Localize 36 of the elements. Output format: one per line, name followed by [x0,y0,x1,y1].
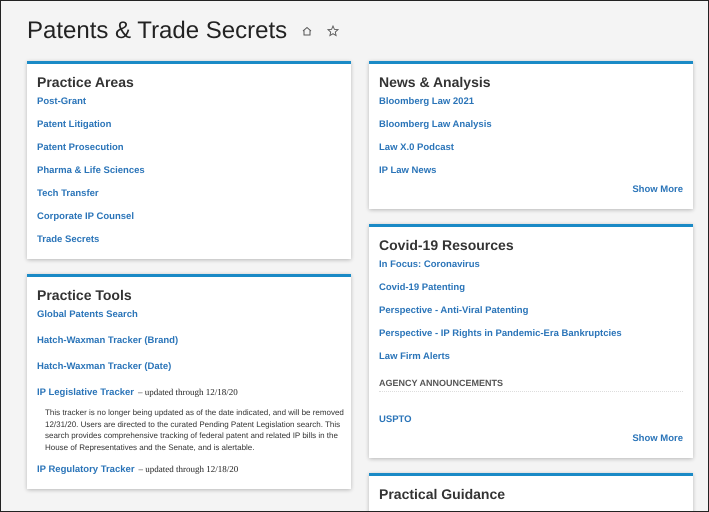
star-icon[interactable] [327,25,340,37]
link[interactable]: Tech Transfer [37,188,99,199]
panel-title: Practical Guidance [379,486,506,502]
link[interactable]: Global Patents Search [37,309,138,320]
link[interactable]: USPTO [379,414,412,425]
panel-title: Covid-19 Resources [379,237,515,253]
link[interactable]: Covid-19 Patenting [379,282,466,293]
update-note: – updated through 12/18/20 [138,387,238,397]
link[interactable]: IP Legislative Tracker [37,387,134,398]
link[interactable]: Bloomberg Law Analysis [379,119,492,130]
link[interactable]: Hatch-Waxman Tracker (Date) [37,361,172,372]
link[interactable]: Law X.0 Podcast [379,142,454,153]
link[interactable]: Law Firm Alerts [379,351,450,362]
link[interactable]: Trade Secrets [37,234,100,245]
link[interactable]: Perspective - IP Rights in Pandemic-Era Bankruptcies [379,328,622,339]
section-heading: AGENCY ANNOUNCEMENTS [379,378,683,392]
panel-title: Practice Areas [37,74,135,90]
link[interactable]: Perspective - Anti-Viral Patenting [379,305,528,316]
link[interactable]: Bloomberg Law 2021 [379,96,474,107]
home-icon[interactable] [301,25,314,37]
page-title: Patents & Trade Secrets [27,17,288,45]
panel-title: Practice Tools [37,287,133,303]
link[interactable]: Hatch-Waxman Tracker (Brand) [37,335,178,346]
show-more-link[interactable]: Show More [632,433,683,444]
link[interactable]: In Focus: Coronavirus [379,259,480,270]
show-more-link[interactable]: Show More [632,184,683,195]
link[interactable]: Pharma & Life Sciences [37,165,145,176]
tracker-description: This tracker is no longer being updated as of the date indicated, and will be removed 12/31/20. Users are directed to the curated Pending Patent Legislation search. This search provides comprehensive tracking of federal patent and related IP bills in the House of Representatives and the Senate, and is alertable. [45,407,345,453]
link[interactable]: Patent Litigation [37,119,112,130]
link[interactable]: Post-Grant [37,96,86,107]
link[interactable]: Patent Prosecution [37,142,124,153]
update-note: – updated through 12/18/20 [138,464,238,474]
panel-title: News & Analysis [379,74,492,90]
link[interactable]: IP Law News [379,165,436,176]
link[interactable]: Corporate IP Counsel [37,211,134,222]
link[interactable]: IP Regulatory Tracker [37,464,135,475]
